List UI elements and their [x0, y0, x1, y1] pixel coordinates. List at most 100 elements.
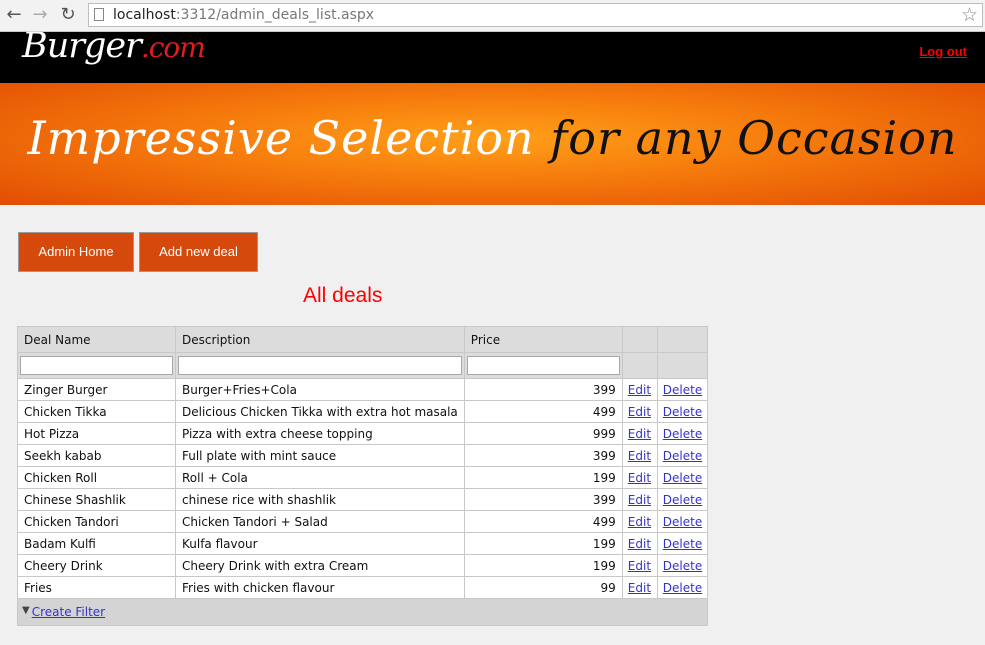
table-row: Hot Pizza Pizza with extra cheese topping…: [17, 422, 709, 445]
table-row: Chicken Tandori Chicken Tandori + Salad 49…: [17, 510, 709, 533]
edit-link[interactable]: Edit: [628, 427, 651, 441]
table-row: Badam Kulfi Kulfa flavour 199 Edit Delete: [17, 532, 709, 555]
description-cell: Burger+Fries+Cola: [175, 378, 465, 401]
table-row: Chinese Shashlik chinese rice with shashl…: [17, 488, 709, 511]
table-row: Cheery Drink Cheery Drink with extra Crea…: [17, 554, 709, 577]
edit-link[interactable]: Edit: [628, 405, 651, 419]
deal-name-cell: Badam Kulfi: [17, 532, 176, 555]
delete-link[interactable]: Delete: [663, 537, 702, 551]
filter-icon: ▼: [22, 605, 30, 616]
edit-link[interactable]: Edit: [628, 515, 651, 529]
delete-cell: Delete: [656, 422, 709, 445]
column-header-deal-name[interactable]: Deal Name: [17, 326, 176, 353]
page-icon: [94, 8, 104, 21]
price-cell: 499: [463, 400, 623, 423]
deal-name-cell: Chicken Tandori: [17, 510, 176, 533]
filter-empty-cell: [656, 352, 709, 379]
forward-arrow-icon[interactable]: →: [30, 5, 50, 25]
description-cell: chinese rice with shashlik: [175, 488, 465, 511]
edit-link[interactable]: Edit: [628, 449, 651, 463]
edit-link[interactable]: Edit: [628, 581, 651, 595]
table-row: Chicken Tikka Delicious Chicken Tikka wit…: [17, 400, 709, 423]
price-cell: 99: [463, 576, 623, 599]
delete-link[interactable]: Delete: [663, 427, 702, 441]
delete-cell: Delete: [656, 576, 709, 599]
edit-link[interactable]: Edit: [628, 383, 651, 397]
table-row: Fries Fries with chicken flavour 99 Edit Del…: [17, 576, 709, 599]
edit-cell: Edit: [621, 488, 658, 511]
delete-cell: Delete: [656, 400, 709, 423]
filter-price-input[interactable]: [466, 356, 620, 375]
price-cell: 199: [463, 554, 623, 577]
price-cell: 199: [463, 532, 623, 555]
delete-link[interactable]: Delete: [663, 493, 702, 507]
deal-name-cell: Fries: [17, 576, 176, 599]
edit-cell: Edit: [621, 466, 658, 489]
price-cell: 199: [463, 466, 623, 489]
deals-table: Deal Name Description Price Zinger Burge…: [16, 326, 709, 626]
filter-empty-cell: [621, 352, 658, 379]
price-cell: 499: [463, 510, 623, 533]
edit-link[interactable]: Edit: [628, 537, 651, 551]
delete-link[interactable]: Delete: [663, 559, 702, 573]
deal-name-cell: Chinese Shashlik: [17, 488, 176, 511]
deal-name-cell: Chicken Tikka: [17, 400, 176, 423]
deal-name-cell: Zinger Burger: [17, 378, 176, 401]
reload-icon[interactable]: ↻: [58, 5, 78, 25]
price-cell: 399: [463, 378, 623, 401]
delete-link[interactable]: Delete: [663, 515, 702, 529]
delete-cell: Delete: [656, 488, 709, 511]
delete-link[interactable]: Delete: [663, 449, 702, 463]
column-header-description[interactable]: Description: [175, 326, 465, 353]
edit-cell: Edit: [621, 378, 658, 401]
delete-link[interactable]: Delete: [663, 383, 702, 397]
price-cell: 399: [463, 444, 623, 467]
bookmark-star-icon[interactable]: ☆: [961, 4, 978, 26]
back-arrow-icon[interactable]: ←: [4, 5, 24, 25]
grid-footer: ▼ Create Filter: [16, 598, 709, 626]
deal-name-cell: Chicken Roll: [17, 466, 176, 489]
edit-cell: Edit: [621, 444, 658, 467]
edit-cell: Edit: [621, 400, 658, 423]
description-cell: Delicious Chicken Tikka with extra hot m…: [175, 400, 465, 423]
deal-name-cell: Hot Pizza: [17, 422, 176, 445]
delete-link[interactable]: Delete: [663, 405, 702, 419]
deal-name-cell: Seekh kabab: [17, 444, 176, 467]
url-text: localhost:3312/admin_deals_list.aspx: [113, 7, 375, 23]
description-cell: Pizza with extra cheese topping: [175, 422, 465, 445]
price-cell: 999: [463, 422, 623, 445]
description-cell: Full plate with mint sauce: [175, 444, 465, 467]
table-row: Zinger Burger Burger+Fries+Cola 399 Edit Del…: [17, 378, 709, 401]
delete-link[interactable]: Delete: [663, 471, 702, 485]
site-logo[interactable]: Burger.com: [22, 26, 206, 68]
column-header-delete: [656, 326, 709, 353]
table-row: Seekh kabab Full plate with mint sauce 399…: [17, 444, 709, 467]
delete-cell: Delete: [656, 510, 709, 533]
edit-cell: Edit: [621, 576, 658, 599]
banner-slogan: Impressive Selection for any Occasion: [27, 111, 958, 165]
hero-banner: Impressive Selection for any Occasion: [0, 83, 985, 205]
delete-cell: Delete: [656, 532, 709, 555]
filter-deal-name-input[interactable]: [20, 356, 173, 375]
description-cell: Roll + Cola: [175, 466, 465, 489]
add-new-deal-button[interactable]: Add new deal: [139, 232, 258, 272]
edit-link[interactable]: Edit: [628, 471, 651, 485]
edit-link[interactable]: Edit: [628, 493, 651, 507]
column-header-price[interactable]: Price: [463, 326, 623, 353]
page-title: All deals: [303, 284, 383, 307]
delete-cell: Delete: [656, 444, 709, 467]
edit-cell: Edit: [621, 510, 658, 533]
delete-cell: Delete: [656, 466, 709, 489]
description-cell: Kulfa flavour: [175, 532, 465, 555]
price-cell: 399: [463, 488, 623, 511]
address-bar[interactable]: localhost:3312/admin_deals_list.aspx ☆: [88, 3, 983, 27]
delete-link[interactable]: Delete: [663, 581, 702, 595]
create-filter-link[interactable]: Create Filter: [32, 605, 105, 619]
edit-cell: Edit: [621, 422, 658, 445]
table-row: Chicken Roll Roll + Cola 199 Edit Delete: [17, 466, 709, 489]
admin-home-button[interactable]: Admin Home: [18, 232, 134, 272]
description-cell: Chicken Tandori + Salad: [175, 510, 465, 533]
edit-link[interactable]: Edit: [628, 559, 651, 573]
filter-description-input[interactable]: [178, 356, 462, 375]
logout-link[interactable]: Log out: [919, 44, 967, 59]
